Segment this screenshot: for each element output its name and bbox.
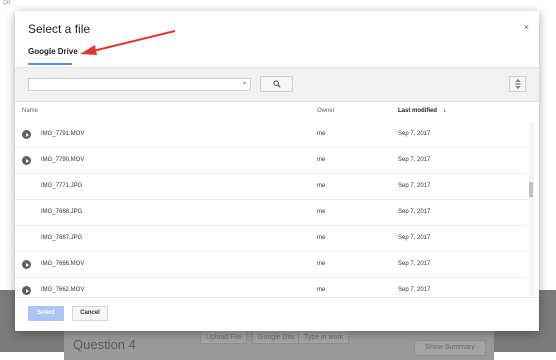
file-last-modified: Sep 7, 2017	[398, 209, 431, 215]
file-name: IMG_7667.JPG	[41, 235, 83, 241]
scrollbar-thumb[interactable]	[529, 182, 533, 197]
video-play-icon	[22, 130, 31, 139]
search-button[interactable]	[260, 76, 293, 92]
file-name: IMG_7668.JPG	[41, 209, 83, 215]
file-name: IMG_7666.MOV	[41, 261, 85, 267]
show-summary-button: Show Summary	[414, 340, 486, 356]
file-row[interactable]: IMG_7667.JPG me Sep 7, 2017	[15, 226, 527, 252]
file-row[interactable]: IMG_7791.MOV me Sep 7, 2017	[15, 122, 527, 148]
column-owner[interactable]: Owner	[317, 108, 335, 114]
dialog-footer: Select Cancel	[15, 297, 539, 332]
file-row[interactable]: IMG_7790.MOV me Sep 7, 2017	[15, 148, 527, 174]
chevron-down-icon[interactable]: ▾	[243, 80, 246, 87]
file-name: IMG_7662.MOV	[41, 287, 85, 293]
file-owner: me	[317, 209, 326, 215]
file-row[interactable]: IMG_7771.JPG me Sep 7, 2017	[15, 174, 527, 200]
file-last-modified: Sep 7, 2017	[398, 157, 431, 163]
corner-text: QR	[3, 0, 11, 6]
tab-google-drive[interactable]: Google Drive	[28, 47, 78, 56]
file-last-modified: Sep 7, 2017	[398, 287, 431, 293]
sort-options-icon	[514, 79, 521, 89]
video-play-icon	[22, 156, 31, 165]
video-play-icon	[22, 286, 31, 295]
file-list-header: Name Owner Last modified ↓	[15, 107, 539, 120]
file-row[interactable]: IMG_7666.MOV me Sep 7, 2017	[15, 252, 527, 278]
file-last-modified: Sep 7, 2017	[398, 183, 431, 189]
scrollbar[interactable]	[529, 122, 534, 296]
sort-arrow-icon[interactable]: ↓	[443, 107, 447, 114]
cancel-button[interactable]: Cancel	[72, 306, 108, 321]
search-icon	[272, 80, 281, 88]
file-name: IMG_7791.MOV	[41, 131, 85, 137]
close-icon[interactable]: ×	[524, 22, 529, 32]
toolbar: ▾	[15, 67, 539, 102]
file-last-modified: Sep 7, 2017	[398, 261, 431, 267]
file-owner: me	[317, 287, 326, 293]
dialog-title: Select a file	[28, 22, 91, 36]
file-picker-dialog: Select a file × Google Drive ▾ Name Owne…	[15, 11, 539, 331]
file-name: IMG_7771.JPG	[41, 183, 83, 189]
view-toggle-button[interactable]	[509, 76, 526, 92]
search-input[interactable]	[29, 85, 235, 96]
tab-underline	[28, 63, 72, 65]
column-name[interactable]: Name	[22, 108, 38, 114]
column-last-modified[interactable]: Last modified	[398, 108, 437, 114]
file-name: IMG_7790.MOV	[41, 157, 85, 163]
question-heading: Question 4	[73, 337, 136, 352]
select-button[interactable]: Select	[28, 306, 64, 321]
video-play-icon	[22, 260, 31, 269]
file-owner: me	[317, 131, 326, 137]
search-box[interactable]: ▾	[28, 78, 251, 96]
file-row[interactable]: IMG_7662.MOV me Sep 7, 2017	[15, 278, 527, 296]
file-last-modified: Sep 7, 2017	[398, 131, 431, 137]
file-owner: me	[317, 261, 326, 267]
file-row[interactable]: IMG_7668.JPG me Sep 7, 2017	[15, 200, 527, 226]
file-list: IMG_7791.MOV me Sep 7, 2017 IMG_7790.MOV me S…	[15, 122, 527, 296]
file-owner: me	[317, 157, 326, 163]
file-owner: me	[317, 235, 326, 241]
file-owner: me	[317, 183, 326, 189]
file-last-modified: Sep 7, 2017	[398, 235, 431, 241]
